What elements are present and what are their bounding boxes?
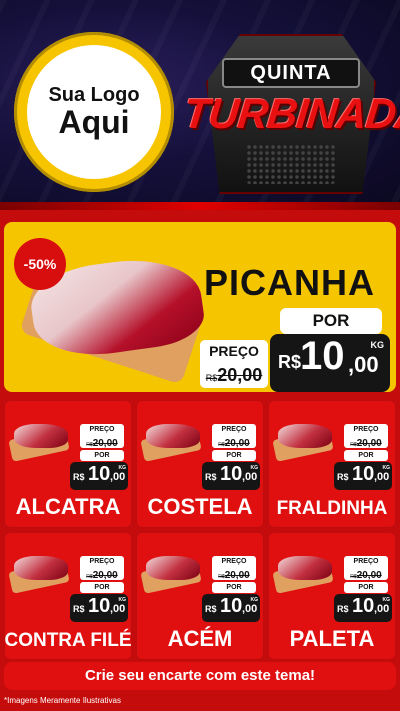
product-card[interactable]: PREÇO R$20,00 POR R$ 10 ,00 KG FRALDINHA — [268, 400, 396, 528]
hero-new-price: R$ 10 ,00 KG — [270, 334, 390, 392]
new-dec: ,00 — [110, 471, 126, 483]
product-name: ACÉM — [167, 626, 233, 651]
meat-image — [146, 424, 200, 448]
new-int: 10 — [352, 463, 375, 485]
por-label: POR — [80, 450, 124, 461]
promo-badge: QUINTA TURBINADA — [182, 24, 400, 196]
preco-label: PREÇO — [212, 556, 256, 568]
new-dec: ,00 — [374, 603, 390, 615]
old-price: R$20,00 — [344, 436, 388, 449]
old-value: 20,00 — [356, 570, 382, 581]
new-int: 10 — [220, 595, 243, 617]
new-price: R$ 10 ,00 KG — [70, 462, 128, 490]
logo-line-2: Aqui — [58, 104, 130, 141]
hero-unit: KG — [370, 340, 385, 350]
product-name: CONTRA FILÉ — [4, 630, 132, 651]
hero-new-currency: R$ — [278, 352, 302, 372]
new-currency: R$ — [337, 472, 349, 482]
product-card[interactable]: PREÇO R$20,00 POR R$ 10 ,00 KG ALCATRA — [4, 400, 132, 528]
old-value: 20,00 — [356, 438, 382, 449]
preco-label: PREÇO — [80, 424, 124, 436]
meat-image — [278, 424, 332, 448]
unit: KG — [250, 465, 259, 471]
old-value: 20,00 — [224, 438, 250, 449]
new-currency: R$ — [73, 604, 85, 614]
preco-label: PREÇO — [344, 556, 388, 568]
badge-main-text: TURBINADA — [181, 90, 400, 137]
product-card[interactable]: PREÇO R$20,00 POR R$ 10 ,00 KG CONTRA FI… — [4, 532, 132, 660]
new-price: R$ 10 ,00 KG — [202, 594, 260, 622]
product-card[interactable]: PREÇO R$20,00 POR R$ 10 ,00 KG PALETA — [268, 532, 396, 660]
unit: KG — [118, 597, 127, 603]
hero-new-int: 10 — [300, 334, 345, 378]
hero-product-name: PICANHA — [204, 262, 376, 303]
disclaimer-text: *Imagens Meramente Ilustrativas — [4, 696, 121, 705]
old-value: 20,00 — [224, 570, 250, 581]
old-price: R$20,00 — [212, 436, 256, 449]
hero-por-label: POR — [280, 308, 382, 334]
por-label: POR — [80, 582, 124, 593]
old-price: R$20,00 — [80, 436, 124, 449]
badge-top-text: QUINTA — [222, 58, 360, 88]
por-label: POR — [344, 582, 388, 593]
unit: KG — [118, 465, 127, 471]
por-label: POR — [212, 582, 256, 593]
create-flyer-button[interactable]: Crie seu encarte com este tema! — [4, 662, 396, 690]
hero-new-dec: ,00 — [348, 352, 379, 377]
logo-inner-circle: Sua Logo Aqui — [27, 45, 161, 179]
meat-image — [278, 556, 332, 580]
unit: KG — [250, 597, 259, 603]
preco-label: PREÇO — [212, 424, 256, 436]
product-name: COSTELA — [147, 494, 253, 519]
product-card[interactable]: PREÇO R$20,00 POR R$ 10 ,00 KG COSTELA — [136, 400, 264, 528]
new-dec: ,00 — [110, 603, 126, 615]
old-value: 20,00 — [92, 438, 118, 449]
new-dec: ,00 — [242, 603, 258, 615]
new-currency: R$ — [337, 604, 349, 614]
por-label: POR — [212, 450, 256, 461]
new-currency: R$ — [73, 472, 85, 482]
unit: KG — [382, 465, 391, 471]
hero-preco-label: PREÇO — [200, 340, 268, 362]
badge-grill — [246, 144, 336, 184]
unit: KG — [382, 597, 391, 603]
preco-label: PREÇO — [344, 424, 388, 436]
new-dec: ,00 — [242, 471, 258, 483]
new-int: 10 — [88, 595, 111, 617]
meat-image — [14, 556, 68, 580]
old-price: R$20,00 — [212, 568, 256, 581]
new-price: R$ 10 ,00 KG — [70, 594, 128, 622]
discount-badge: -50% — [14, 238, 66, 290]
new-price: R$ 10 ,00 KG — [334, 594, 392, 622]
new-price: R$ 10 ,00 KG — [334, 462, 392, 490]
new-price: R$ 10 ,00 KG — [202, 462, 260, 490]
new-int: 10 — [88, 463, 111, 485]
product-name: ALCATRA — [15, 494, 121, 519]
offers-section: -50% PICANHA POR PREÇO R$20,00 R$ 10 ,00… — [0, 210, 400, 711]
product-card[interactable]: PREÇO R$20,00 POR R$ 10 ,00 KG ACÉM — [136, 532, 264, 660]
header-banner: Sua Logo Aqui QUINTA TURBINADA — [0, 0, 400, 210]
hero-offer-card[interactable]: -50% PICANHA POR PREÇO R$20,00 R$ 10 ,00… — [4, 222, 396, 392]
product-name: FRALDINHA — [276, 498, 388, 519]
old-price: R$20,00 — [80, 568, 124, 581]
hero-old-value: 20,00 — [217, 365, 263, 385]
old-price: R$20,00 — [344, 568, 388, 581]
meat-image — [146, 556, 200, 580]
new-int: 10 — [220, 463, 243, 485]
product-name: PALETA — [289, 626, 375, 651]
hero-old-price: R$20,00 — [200, 362, 268, 388]
preco-label: PREÇO — [80, 556, 124, 568]
hero-old-currency: R$ — [205, 373, 218, 383]
logo-placeholder[interactable]: Sua Logo Aqui — [14, 32, 174, 192]
meat-image — [14, 424, 68, 448]
new-int: 10 — [352, 595, 375, 617]
new-dec: ,00 — [374, 471, 390, 483]
logo-line-1: Sua Logo — [48, 84, 140, 107]
new-currency: R$ — [205, 472, 217, 482]
old-value: 20,00 — [92, 570, 118, 581]
new-currency: R$ — [205, 604, 217, 614]
por-label: POR — [344, 450, 388, 461]
